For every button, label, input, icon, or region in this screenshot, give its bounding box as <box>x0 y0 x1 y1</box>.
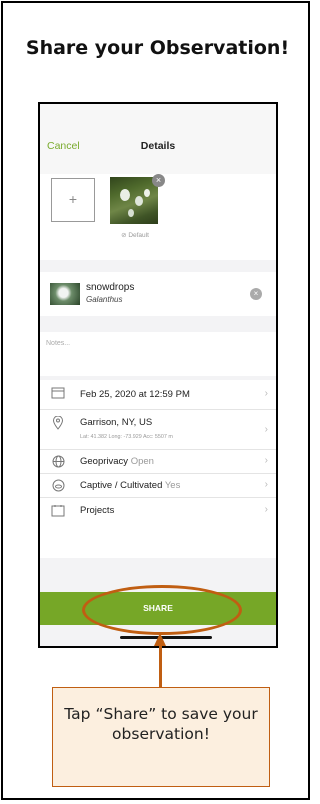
captive-icon <box>50 479 66 495</box>
page-title: Share your Observation! <box>25 37 290 59</box>
taxon-scientific-name: Galanthus <box>86 295 123 304</box>
geoprivacy-row[interactable]: Geoprivacy Open › <box>40 450 276 474</box>
photo-thumbnail[interactable] <box>110 177 158 224</box>
projects-row[interactable]: Projects › <box>40 498 276 524</box>
notes-placeholder: Notes... <box>46 340 71 347</box>
plus-icon: + <box>68 191 78 207</box>
calendar-icon <box>50 386 66 402</box>
remove-photo-icon[interactable]: × <box>152 174 165 187</box>
captive-row[interactable]: Captive / Cultivated Yes › <box>40 474 276 498</box>
chevron-right-icon: › <box>264 455 268 466</box>
geoprivacy-value: Open <box>130 456 154 467</box>
globe-icon <box>50 455 66 471</box>
geoprivacy-label: Geoprivacy <box>80 456 129 467</box>
taxon-image <box>50 283 80 305</box>
captive-label: Captive / Cultivated <box>80 480 163 491</box>
highlight-ellipse <box>82 585 242 635</box>
date-row[interactable]: Feb 25, 2020 at 12:59 PM › <box>40 380 276 410</box>
callout-box: Tap “Share” to save your observation! <box>52 687 270 787</box>
details-list: Feb 25, 2020 at 12:59 PM › Garrison, NY,… <box>40 380 276 558</box>
chevron-right-icon: › <box>264 504 268 515</box>
projects-label: Projects <box>80 505 115 516</box>
taxon-common-name: snowdrops <box>86 282 135 293</box>
location-pin-icon <box>50 415 66 433</box>
date-label: Feb 25, 2020 at 12:59 PM <box>80 389 190 400</box>
projects-icon <box>50 504 66 520</box>
arrow-shaft <box>159 644 162 688</box>
home-indicator <box>120 636 212 639</box>
photo-section: + × ⊘ Default <box>40 174 276 260</box>
clear-taxon-icon[interactable]: × <box>250 288 262 300</box>
nav-title: Details <box>140 140 176 152</box>
location-coordinates: Lat: 41.382 Long: -73.929 Acc: 5507 m <box>80 434 173 440</box>
captive-value: Yes <box>164 480 181 491</box>
chevron-right-icon: › <box>264 479 268 490</box>
location-label: Garrison, NY, US <box>80 417 153 428</box>
location-row[interactable]: Garrison, NY, US Lat: 41.382 Long: -73.9… <box>40 410 276 450</box>
taxon-row[interactable]: snowdrops Galanthus × <box>40 272 276 316</box>
chevron-right-icon: › <box>264 388 268 399</box>
phone-screenshot: Cancel Details + × ⊘ Default snowdrops G… <box>38 102 278 648</box>
add-photo-button[interactable]: + <box>51 178 95 222</box>
nav-bar: Cancel Details <box>40 104 276 174</box>
default-photo-label[interactable]: ⊘ Default <box>110 231 160 239</box>
notes-field[interactable]: Notes... <box>40 332 276 376</box>
chevron-right-icon: › <box>264 424 268 435</box>
callout-text: Tap “Share” to save your observation! <box>64 705 258 743</box>
